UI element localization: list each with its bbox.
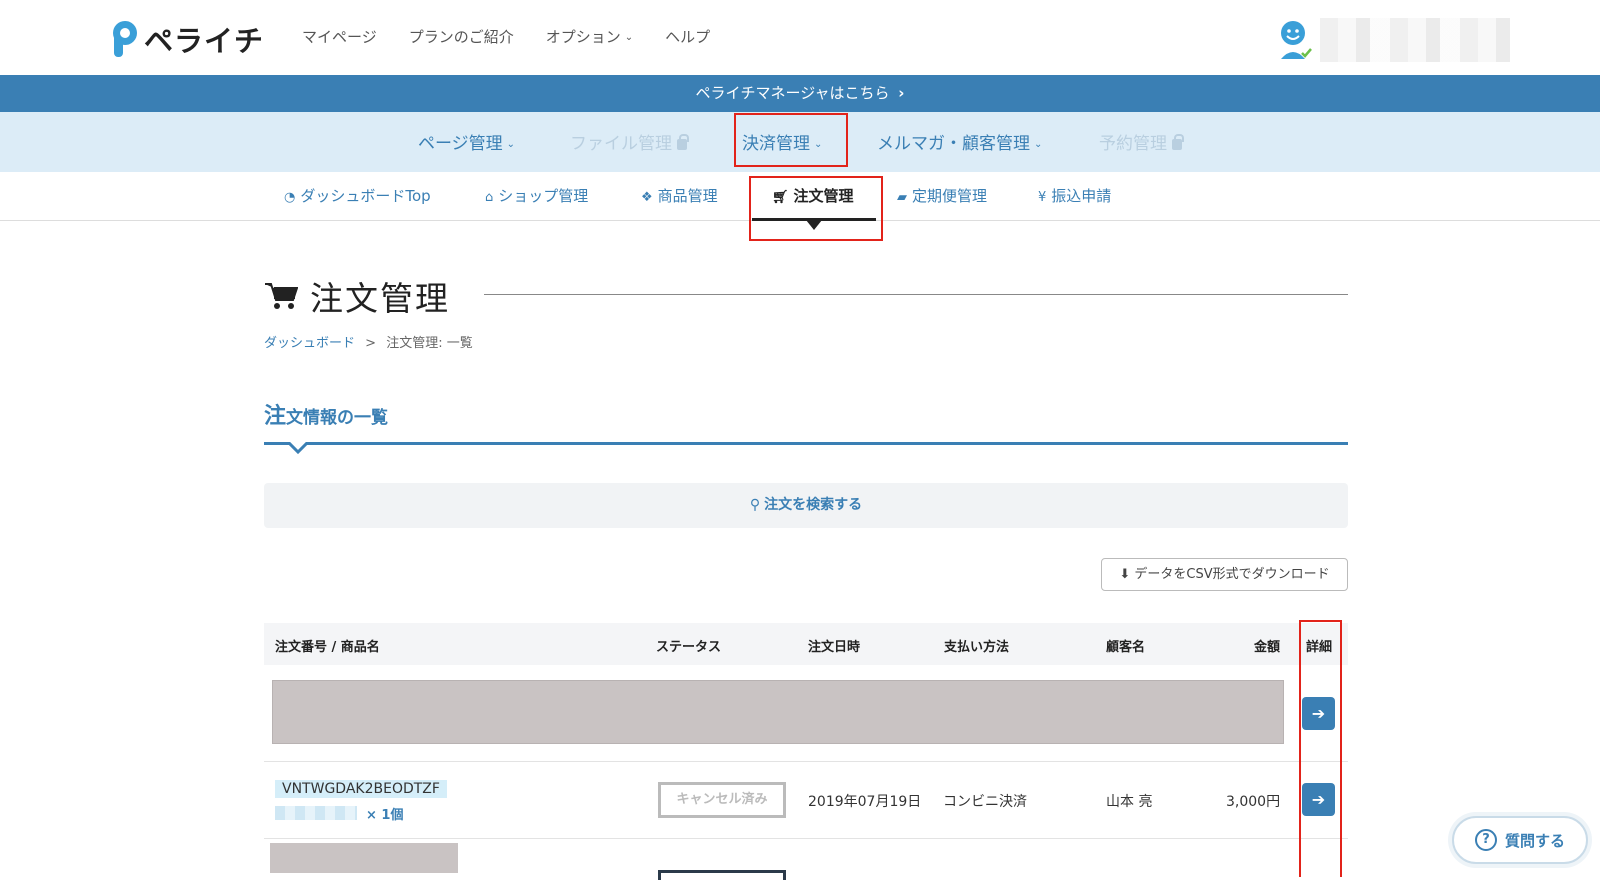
customer-name: 山本 亮 <box>1106 794 1153 810</box>
nav-options[interactable]: オプション ⌄ <box>546 26 633 47</box>
highlight-box-orders <box>749 176 883 241</box>
order-search-toggle[interactable]: ⚲ 注文を検索する <box>264 483 1348 528</box>
yen-icon: ¥ <box>1038 190 1047 205</box>
highlight-box-payment <box>734 113 848 167</box>
logo[interactable]: ペライチ <box>110 18 264 60</box>
section-title-first: 注 <box>264 404 287 429</box>
user-menu[interactable] <box>1278 18 1510 62</box>
table-row-redacted <box>270 843 458 873</box>
main-nav-label: ページ管理 <box>418 134 503 154</box>
column-header-status: ステータス <box>656 640 722 655</box>
row-divider <box>264 761 1348 762</box>
product-name-redacted <box>275 806 357 820</box>
nav-help[interactable]: ヘルプ <box>665 26 710 47</box>
subnav-label: 振込申請 <box>1051 187 1112 205</box>
nav-options-label: オプション <box>545 28 621 46</box>
chevron-down-icon: ⌄ <box>1034 138 1043 150</box>
truck-icon: ▰ <box>897 190 907 205</box>
main-nav-page-management[interactable]: ページ管理 ⌄ <box>418 129 515 154</box>
lock-icon <box>1172 134 1184 150</box>
download-icon: ⬇ <box>1119 567 1131 582</box>
subnav-transfer[interactable]: ¥ 振込申請 <box>1038 185 1111 206</box>
main-nav-reservation: 予約管理 <box>1099 129 1184 154</box>
question-button[interactable]: ? 質問する <box>1452 816 1588 864</box>
main-nav-label: ファイル管理 <box>570 134 672 154</box>
order-date: 2019年07月19日 <box>808 794 922 810</box>
status-badge: キャンセル済み <box>658 782 786 818</box>
column-header-customer: 顧客名 <box>1106 640 1146 655</box>
chevron-down-icon: ⌄ <box>624 32 634 43</box>
main-nav-label: 予約管理 <box>1099 134 1167 154</box>
section-divider <box>264 442 1348 445</box>
section-title: 注文情報の一覧 <box>264 398 388 430</box>
search-icon: ⚲ <box>749 497 761 513</box>
row-divider <box>264 838 1348 839</box>
breadcrumb-dashboard-link[interactable]: ダッシュボード <box>264 336 355 351</box>
subnav-label: 定期便管理 <box>912 187 988 205</box>
question-label: 質問する <box>1504 831 1565 850</box>
nav-plans[interactable]: プランのご紹介 <box>409 26 514 47</box>
column-header-date: 注文日時 <box>808 640 861 655</box>
csv-download-button[interactable]: ⬇ データをCSV形式でダウンロード <box>1101 558 1348 591</box>
csv-download-label: データをCSV形式でダウンロード <box>1134 567 1330 582</box>
main-nav-label: メルマガ・顧客管理 <box>877 134 1030 154</box>
nav-mypage[interactable]: マイページ <box>302 26 377 47</box>
home-icon: ⌂ <box>485 190 494 205</box>
order-amount: 3,000円 <box>1226 794 1281 810</box>
cart-icon <box>265 283 298 309</box>
column-header-payment: 支払い方法 <box>944 640 1010 655</box>
logo-mark-icon <box>113 21 137 57</box>
page-title: 注文管理 <box>264 272 450 320</box>
highlight-box-detail-column <box>1299 620 1342 877</box>
subnav-subscriptions[interactable]: ▰ 定期便管理 <box>897 185 987 206</box>
column-header-amount: 金額 <box>1254 640 1281 655</box>
table-header: 注文番号 / 商品名 ステータス 注文日時 支払い方法 顧客名 金額 詳細 <box>264 623 1348 665</box>
breadcrumb-separator: > <box>365 336 377 351</box>
main-nav-mailmag-customer[interactable]: メルマガ・顧客管理 ⌄ <box>877 129 1042 154</box>
logo-text: ペライチ <box>144 24 265 58</box>
subnav-products[interactable]: ❖ 商品管理 <box>641 185 718 206</box>
main-nav-file-management: ファイル管理 <box>570 129 689 154</box>
chevron-right-icon: › <box>898 84 905 102</box>
cubes-icon: ❖ <box>641 190 653 205</box>
table-row-redacted <box>272 680 1284 744</box>
top-header: ペライチ マイページ プランのご紹介 オプション ⌄ ヘルプ <box>0 0 1600 75</box>
top-nav: マイページ プランのご紹介 オプション ⌄ ヘルプ <box>302 26 710 47</box>
order-id[interactable]: VNTWGDAK2BEODTZF <box>275 780 447 798</box>
section-title-rest: 文情報の一覧 <box>286 408 389 428</box>
dashboard-icon: ◔ <box>284 190 296 205</box>
subnav-shop[interactable]: ⌂ ショップ管理 <box>485 185 588 206</box>
page-title-text: 注文管理 <box>310 279 450 318</box>
breadcrumb-current: 注文管理: 一覧 <box>386 336 473 351</box>
subnav-dashboard[interactable]: ◔ ダッシュボードTop <box>284 185 431 206</box>
manager-banner-link[interactable]: ペライチマネージャはこちら › <box>0 75 1600 112</box>
subnav-label: 商品管理 <box>657 187 718 205</box>
title-divider <box>484 294 1348 295</box>
section-notch-icon <box>288 442 308 455</box>
subnav-label: ショップ管理 <box>498 187 589 205</box>
order-quantity: × 1個 <box>366 808 404 823</box>
column-header-order: 注文番号 / 商品名 <box>275 640 380 655</box>
user-avatar-icon <box>1281 21 1312 59</box>
breadcrumb: ダッシュボード > 注文管理: 一覧 <box>264 332 473 351</box>
subnav-label: ダッシュボードTop <box>300 187 431 205</box>
banner-label: ペライチマネージャはこちら <box>695 84 890 102</box>
status-badge-partial <box>658 870 786 880</box>
payment-method: コンビニ決済 <box>943 794 1027 810</box>
user-name-redacted <box>1320 18 1510 62</box>
lock-icon <box>677 134 689 150</box>
chevron-down-icon: ⌄ <box>506 138 516 150</box>
search-label: 注文を検索する <box>764 497 863 513</box>
question-icon: ? <box>1474 829 1497 851</box>
